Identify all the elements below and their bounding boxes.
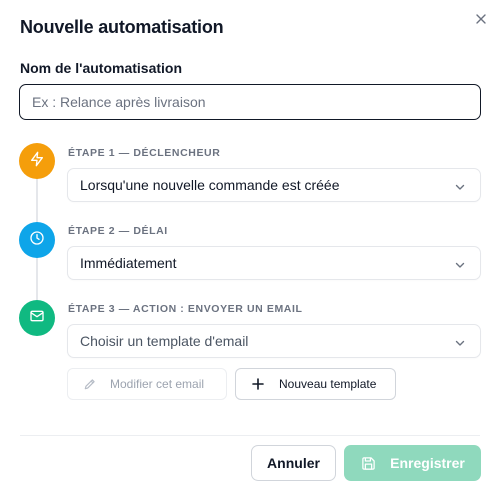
chevron-down-icon xyxy=(454,180,466,196)
clock-icon xyxy=(29,230,45,251)
new-template-label: Nouveau template xyxy=(279,377,377,391)
pencil-icon xyxy=(82,376,98,392)
automation-name-input[interactable] xyxy=(19,84,481,120)
delay-select[interactable]: Immédiatement xyxy=(67,246,481,280)
trigger-select-value: Lorsqu'une nouvelle commande est créée xyxy=(80,177,340,193)
edit-email-button: Modifier cet email xyxy=(67,368,227,400)
dialog-title: Nouvelle automatisation xyxy=(20,17,224,37)
footer-divider xyxy=(20,435,480,436)
edit-email-label: Modifier cet email xyxy=(110,377,205,391)
email-template-select-value: Choisir un template d'email xyxy=(80,333,249,349)
save-label: Enregistrer xyxy=(390,455,465,471)
mail-icon xyxy=(29,308,45,329)
chevron-down-icon xyxy=(454,336,466,352)
chevron-down-icon xyxy=(454,258,466,274)
step-2-badge xyxy=(19,222,55,258)
save-button: Enregistrer xyxy=(344,445,481,481)
delay-select-value: Immédiatement xyxy=(80,255,177,271)
plus-icon xyxy=(250,376,266,392)
step-3-label: ÉTAPE 3 — ACTION : ENVOYER UN EMAIL xyxy=(68,303,303,315)
step-2-label: ÉTAPE 2 — DÉLAI xyxy=(68,225,168,237)
lightning-icon xyxy=(29,151,45,172)
cancel-button[interactable]: Annuler xyxy=(251,445,336,481)
step-1-badge xyxy=(19,143,55,179)
name-field-label: Nom de l'automatisation xyxy=(20,60,183,76)
save-icon xyxy=(360,455,376,471)
close-icon[interactable] xyxy=(473,11,489,27)
new-template-button[interactable]: Nouveau template xyxy=(235,368,396,400)
email-template-select[interactable]: Choisir un template d'email xyxy=(67,324,481,358)
trigger-select[interactable]: Lorsqu'une nouvelle commande est créée xyxy=(67,168,481,202)
step-1-label: ÉTAPE 1 — DÉCLENCHEUR xyxy=(68,147,221,159)
step-3-badge xyxy=(19,300,55,336)
